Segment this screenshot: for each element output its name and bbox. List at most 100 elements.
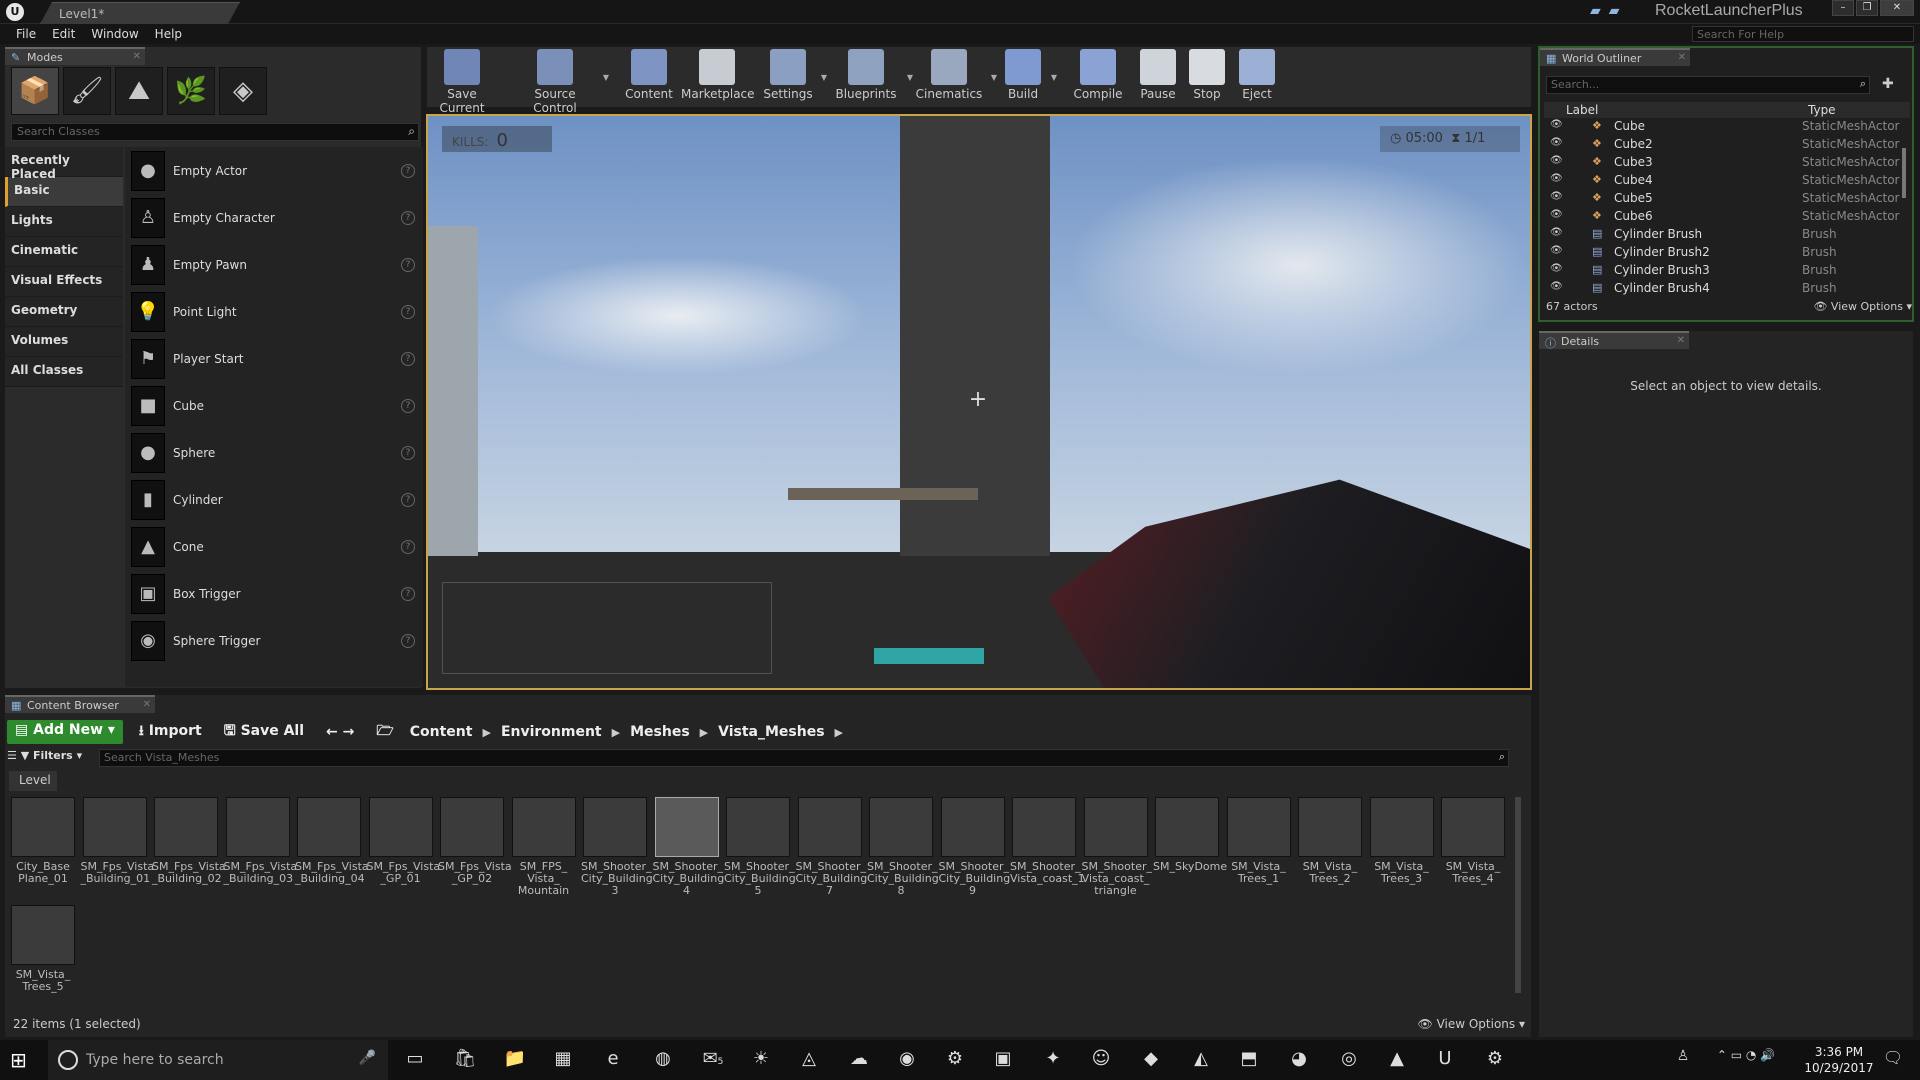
tab-details[interactable]: ⓘ Details ✕ — [1539, 331, 1689, 350]
close-icon[interactable]: ✕ — [1678, 52, 1686, 63]
pause-button[interactable]: Pause — [1137, 49, 1179, 107]
scrollbar[interactable] — [1902, 148, 1906, 198]
eye-icon[interactable]: 👁 — [1550, 155, 1563, 166]
eye-icon[interactable]: 👁 — [1550, 119, 1563, 130]
help-icon[interactable]: ? — [401, 539, 415, 554]
eye-icon[interactable]: 👁 — [1550, 245, 1563, 256]
minimize-icon[interactable]: – — [1832, 0, 1854, 16]
close-icon[interactable]: ✕ — [133, 51, 141, 62]
category-lights[interactable]: Lights — [5, 207, 123, 237]
game-viewport[interactable]: + KILLS: 0 ◷ 05:00 ⧗ 1/1 — [426, 114, 1532, 690]
eye-icon[interactable]: 👁 — [1550, 227, 1563, 238]
steam-icon[interactable]: ⚙ — [942, 1048, 968, 1072]
table-row[interactable]: 👁 ▤ Cylinder Brush4 Brush — [1544, 280, 1910, 298]
calculator-icon[interactable]: ▦ — [550, 1048, 576, 1072]
table-row[interactable]: 👁 ❖ Cube4 StaticMeshActor — [1544, 172, 1910, 190]
asset-tile[interactable]: SM_Fps_Vista _Building_03 — [224, 797, 297, 885]
landscape-mode-icon[interactable]: ⛰ — [115, 67, 163, 115]
breadcrumb-environment[interactable]: Environment — [501, 724, 602, 740]
cinematics-button[interactable]: Cinematics ▼ — [913, 49, 997, 107]
help-icon[interactable]: ? — [401, 398, 415, 413]
asset-tile[interactable]: SM_Fps_Vista _GP_01 — [367, 797, 440, 885]
windows-start-icon[interactable]: ⊞ — [10, 1048, 27, 1072]
asset-tile[interactable]: SM_SkyDome — [1153, 797, 1227, 873]
asset-tile[interactable]: SM_Fps_Vista _Building_01 — [81, 797, 154, 885]
breadcrumb-separator-icon[interactable]: ▶ — [482, 726, 490, 739]
tab-world-outliner[interactable]: ▦ World Outliner ✕ — [1540, 48, 1690, 66]
import-button[interactable]: ⭳ Import — [133, 720, 208, 744]
eye-icon[interactable]: 👁 — [1550, 209, 1563, 220]
eye-icon[interactable]: 👁 — [1550, 137, 1563, 148]
help-icon[interactable]: ? — [401, 257, 415, 272]
column-label[interactable]: Label — [1566, 103, 1598, 117]
stop-button[interactable]: Stop — [1189, 49, 1225, 107]
add-folder-icon[interactable]: ✚ — [1882, 76, 1894, 92]
gear-icon[interactable]: ⚙ — [1482, 1048, 1508, 1072]
category-recently-placed[interactable]: Recently Placed — [5, 147, 123, 181]
add-new-button[interactable]: ▤ Add New ▾ — [7, 720, 123, 744]
chevron-down-icon[interactable]: ▼ — [1051, 73, 1057, 82]
breadcrumb-meshes[interactable]: Meshes — [630, 724, 690, 740]
close-icon[interactable]: ✕ — [1677, 335, 1685, 346]
tab-content-browser[interactable]: ▦ Content Browser ✕ — [5, 695, 155, 713]
app-icon[interactable]: ◆ — [1138, 1048, 1164, 1072]
asset-tile[interactable]: SM_Shooter_ City_Building 4 — [653, 797, 724, 897]
category-geometry[interactable]: Geometry — [5, 297, 123, 327]
source-control-button[interactable]: Source Control ▼ — [513, 49, 609, 115]
app-icon[interactable]: ▣ — [990, 1048, 1016, 1072]
help-icon[interactable]: ? — [401, 492, 415, 507]
content-search-input[interactable]: Search Vista_Meshes ⌕ — [99, 749, 1509, 767]
asset-tile[interactable]: SM_Shooter_ City_Building 7 — [796, 797, 867, 897]
asset-tile[interactable]: SM_Shooter_ City_Building 3 — [581, 797, 653, 897]
scrollbar[interactable] — [1515, 797, 1521, 993]
category-cinematic[interactable]: Cinematic — [5, 237, 123, 267]
content-button[interactable]: Content — [623, 49, 675, 107]
asset-tile[interactable]: SM_Shooter_ Vista_coast_ triangle — [1082, 797, 1152, 897]
app-icon[interactable]: ◎ — [1336, 1048, 1362, 1072]
mail-icon[interactable]: ✉5 — [700, 1048, 726, 1072]
help-icon[interactable]: ? — [401, 163, 415, 178]
menu-help[interactable]: Help — [147, 27, 190, 41]
eject-button[interactable]: Eject — [1237, 49, 1277, 107]
list-item[interactable]: ⚑ Player Start? — [125, 335, 423, 382]
compile-button[interactable]: Compile — [1073, 49, 1123, 107]
asset-tile[interactable]: SM_Shooter_ Vista_coast_1 — [1010, 797, 1085, 885]
outliner-search-input[interactable]: Search... ⌕ — [1546, 76, 1870, 94]
table-row[interactable]: 👁 ❖ Cube5 StaticMeshActor — [1544, 190, 1910, 208]
photos-icon[interactable]: ▲ — [1384, 1048, 1410, 1072]
asset-tile[interactable]: SM_Vista_ Trees_1 — [1225, 797, 1293, 885]
build-button[interactable]: Build ▼ — [1001, 49, 1057, 107]
place-mode-icon[interactable]: 📦 — [11, 67, 59, 115]
list-item[interactable]: ♙ Empty Character? — [125, 194, 423, 241]
asset-tile[interactable]: City_Base Plane_01 — [9, 797, 77, 885]
view-options-button[interactable]: 👁 View Options ▾ — [1813, 300, 1912, 313]
category-basic[interactable]: Basic — [5, 177, 123, 207]
breadcrumb-separator-icon[interactable]: ▶ — [612, 726, 620, 739]
table-row[interactable]: 👁 ▤ Cylinder Brush3 Brush — [1544, 262, 1910, 280]
list-item[interactable]: ♟ Empty Pawn? — [125, 241, 423, 288]
asset-tile[interactable]: SM_Vista_ Trees_4 — [1439, 797, 1507, 885]
asset-tile[interactable]: SM_FPS_ Vista_ Mountain — [510, 797, 578, 897]
list-item[interactable]: ● Empty Actor? — [125, 147, 423, 194]
view-options-button[interactable]: 👁 View Options ▾ — [1418, 1017, 1526, 1031]
menu-window[interactable]: Window — [83, 27, 146, 41]
column-type[interactable]: Type — [1808, 103, 1836, 117]
asset-tile[interactable]: SM_Vista_ Trees_3 — [1368, 797, 1436, 885]
asset-tile[interactable]: SM_Fps_Vista _Building_04 — [295, 797, 369, 885]
geometry-mode-icon[interactable]: ◈ — [219, 67, 267, 115]
notification-icons[interactable]: ▰▰ — [1590, 3, 1628, 19]
tab-modes[interactable]: ✎ Modes ✕ — [5, 47, 145, 65]
level-filter-tag[interactable]: Level — [9, 771, 57, 791]
table-row[interactable]: 👁 ▤ Cylinder Brush Brush — [1544, 226, 1910, 244]
blueprints-button[interactable]: Blueprints ▼ — [831, 49, 913, 107]
microphone-icon[interactable]: 🎤 — [359, 1050, 376, 1066]
help-icon[interactable]: ? — [401, 210, 415, 225]
app-icon[interactable]: ✦ — [1040, 1048, 1066, 1072]
clock[interactable]: 3:36 PM 10/29/2017 — [1804, 1044, 1874, 1076]
back-forward-arrows-icon[interactable]: ← → — [320, 724, 360, 740]
table-row[interactable]: 👁 ❖ Cube2 StaticMeshActor — [1544, 136, 1910, 154]
list-item[interactable]: ▣ Box Trigger? — [125, 570, 423, 617]
store-icon[interactable]: 🛍 — [452, 1048, 478, 1072]
system-tray-icons[interactable]: ⌃ ▭ ◔ 🔊 — [1706, 1048, 1786, 1072]
list-item[interactable]: ▲ Cone? — [125, 523, 423, 570]
